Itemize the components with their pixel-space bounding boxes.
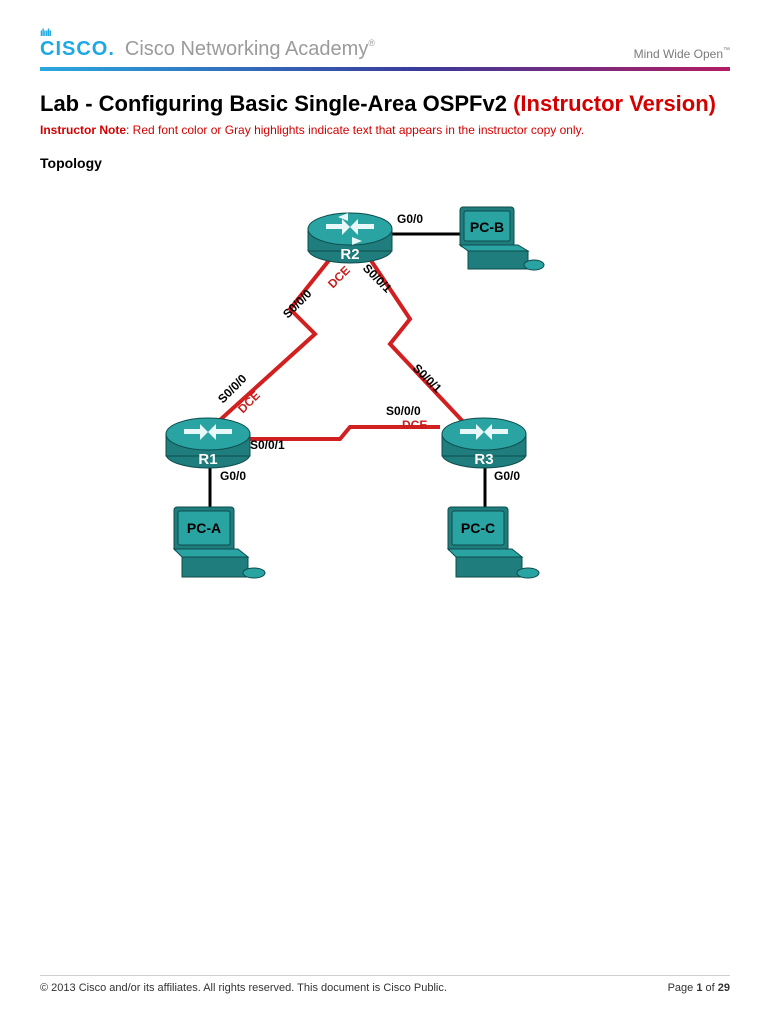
page-footer: © 2013 Cisco and/or its affiliates. All … <box>40 975 730 994</box>
pc-c-label: PC-C <box>461 520 495 536</box>
label-r3-g00: G0/0 <box>494 469 520 483</box>
header-left: ılıılı CISCO. Cisco Networking Academy® <box>40 30 375 61</box>
topology-svg: R2 R1 <box>90 179 590 609</box>
tagline: Mind Wide Open™ <box>634 47 730 61</box>
page-header: ılıılı CISCO. Cisco Networking Academy® … <box>0 0 770 61</box>
academy-title: Cisco Networking Academy® <box>125 38 375 61</box>
cisco-logo: ılıılı CISCO. <box>40 30 115 61</box>
label-r1-g00: G0/0 <box>220 469 246 483</box>
cisco-logo-bars-icon: ılıılı <box>40 30 115 38</box>
topology-diagram: R2 R1 <box>90 179 590 609</box>
pc-b-label: PC-B <box>470 219 504 235</box>
router-r1-label: R1 <box>198 451 217 468</box>
pc-b: PC-B <box>460 207 544 270</box>
label-r1-s001: S0/0/1 <box>250 438 285 452</box>
content: Lab - Configuring Basic Single-Area OSPF… <box>0 71 770 609</box>
instructor-note-lead: Instructor Note <box>40 123 126 137</box>
label-r3-dce: DCE <box>402 418 427 432</box>
footer-copyright: © 2013 Cisco and/or its affiliates. All … <box>40 982 447 994</box>
pc-a: PC-A <box>174 507 265 578</box>
page: ılıılı CISCO. Cisco Networking Academy® … <box>0 0 770 1024</box>
instructor-note-body: : Red font color or Gray highlights indi… <box>126 123 584 137</box>
topology-wrap: R2 R1 <box>40 179 730 609</box>
pc-a-label: PC-A <box>187 520 221 536</box>
router-r3: R3 <box>442 418 526 468</box>
link-r2-r1-serial <box>210 259 330 429</box>
section-topology-head: Topology <box>40 155 730 171</box>
router-r2: R2 <box>308 213 392 263</box>
cisco-logo-text: CISCO. <box>40 38 115 61</box>
label-r2-g00: G0/0 <box>397 212 423 226</box>
footer-page-indicator: Page 1 of 29 <box>668 982 730 994</box>
router-r1: R1 <box>166 418 250 468</box>
instructor-note: Instructor Note: Red font color or Gray … <box>40 123 730 137</box>
document-title: Lab - Configuring Basic Single-Area OSPF… <box>40 91 730 117</box>
router-r2-label: R2 <box>340 246 359 263</box>
title-black: Lab - Configuring Basic Single-Area OSPF… <box>40 91 513 116</box>
router-r3-label: R3 <box>474 451 493 468</box>
title-red: (Instructor Version) <box>513 91 716 116</box>
label-r3-s000: S0/0/0 <box>386 404 421 418</box>
pc-c: PC-C <box>448 507 539 578</box>
